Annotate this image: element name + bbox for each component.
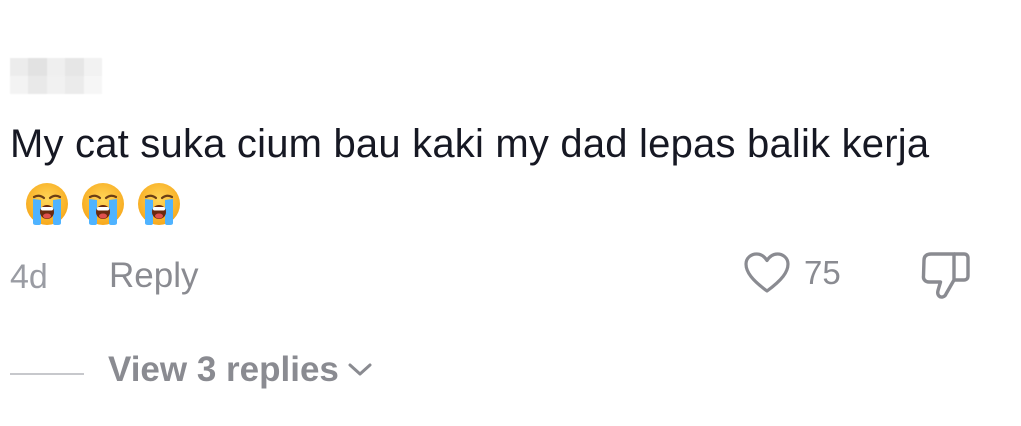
- comment-text: My cat suka cium bau kaki my dad lepas b…: [10, 113, 1000, 237]
- username-redacted[interactable]: [10, 58, 102, 94]
- reply-button[interactable]: Reply: [109, 256, 198, 296]
- heart-icon[interactable]: [744, 252, 790, 294]
- loudly-crying-face-icon: [136, 181, 182, 227]
- thumbs-down-icon[interactable]: [918, 250, 974, 302]
- emoji-row: [24, 181, 182, 227]
- loudly-crying-face-icon: [24, 181, 70, 227]
- like-count: 75: [804, 254, 841, 291]
- loudly-crying-face-icon: [80, 181, 126, 227]
- dislike-button[interactable]: [918, 250, 974, 302]
- replies-divider: [10, 373, 84, 375]
- comment-body: My cat suka cium bau kaki my dad lepas b…: [10, 122, 930, 166]
- view-replies-label[interactable]: View 3 replies: [108, 350, 339, 390]
- like-button[interactable]: 75: [744, 252, 841, 294]
- comment-timestamp: 4d: [10, 258, 48, 296]
- view-replies-button[interactable]: View 3 replies: [108, 350, 373, 390]
- chevron-down-icon[interactable]: [347, 362, 373, 378]
